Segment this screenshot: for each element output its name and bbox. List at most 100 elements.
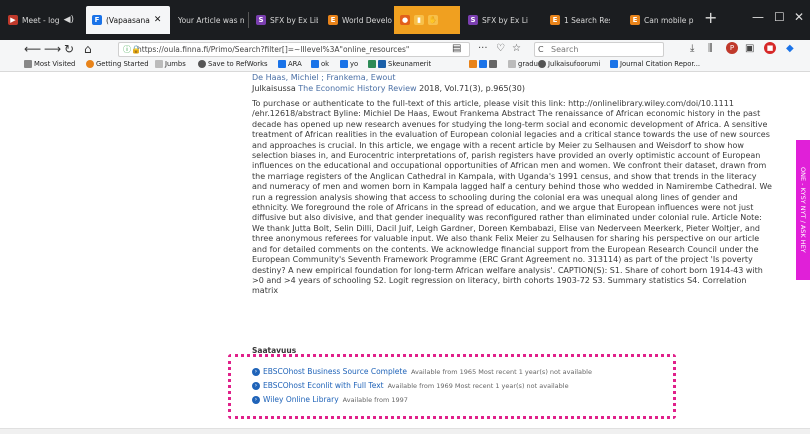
- tab-label: Can mobile p: [644, 15, 694, 25]
- full-text-link[interactable]: EBSCOhost Business Source Complete: [263, 367, 407, 376]
- elsevier-favicon-icon: E: [630, 15, 640, 25]
- elsevier-favicon-icon: E: [328, 15, 338, 25]
- app-icon: [479, 60, 487, 68]
- info-lock-icon: ⓘ🔒: [123, 45, 141, 54]
- tab-label: (Vapaasana: [106, 15, 150, 25]
- tab-search-results[interactable]: E 1 Search Resu: [544, 6, 610, 34]
- bookmark-ara[interactable]: ARA: [278, 60, 302, 68]
- home-icon[interactable]: ⌂: [84, 40, 92, 58]
- pinterest-icon[interactable]: P: [726, 42, 738, 54]
- bookmark-skeunamerit[interactable]: Skeunamerit: [368, 60, 431, 68]
- library-icon[interactable]: ⫼: [708, 40, 713, 58]
- bookmark-jcr[interactable]: Journal Citation Repor...: [610, 60, 700, 68]
- bookmark-gradu[interactable]: gradu: [508, 60, 538, 68]
- search-icon: C: [538, 45, 544, 54]
- bookmarks-bar: Most Visited Getting Started Jumbs Save …: [0, 58, 810, 72]
- tab-pinned-group[interactable]: ● ▮ ✋: [394, 6, 460, 34]
- bookmark-refworks[interactable]: Save to RefWorks: [198, 60, 268, 68]
- app-icon: [378, 60, 386, 68]
- bookmark-label: gradu: [518, 60, 538, 68]
- ask-feedback-tab[interactable]: ONE - KYSY NYT / ASK HEY: [796, 140, 810, 280]
- close-window-icon[interactable]: ✕: [794, 10, 804, 24]
- tab-meet[interactable]: ▶ Meet - log ◀): [2, 6, 82, 34]
- full-text-link-row[interactable]: › Wiley Online Library Available from 19…: [252, 395, 408, 404]
- bookmark-label: Skeunamerit: [388, 60, 432, 68]
- full-text-link[interactable]: Wiley Online Library: [263, 395, 339, 404]
- tab-can-mobile[interactable]: E Can mobile p: [624, 6, 694, 34]
- tab-separator: [248, 12, 249, 28]
- adblock-icon[interactable]: ■: [764, 42, 776, 54]
- bookmark-getting-started[interactable]: Getting Started: [86, 60, 149, 68]
- facebook-icon: [610, 60, 618, 68]
- tab-label: SFX by Ex Libri: [270, 15, 318, 25]
- horizontal-scrollbar[interactable]: [0, 428, 810, 434]
- tab-label: 1 Search Resu: [564, 15, 610, 25]
- bookmark-yo[interactable]: yo: [340, 60, 358, 68]
- elsevier-favicon-icon: E: [550, 15, 560, 25]
- shield-icon[interactable]: ◆: [786, 40, 794, 58]
- bookmark-label: Journal Citation Repor...: [620, 60, 701, 68]
- reload-icon[interactable]: ↻: [64, 40, 74, 58]
- bookmark-ok[interactable]: ok: [311, 60, 329, 68]
- tab-sfx-1[interactable]: S SFX by Ex Libri: [250, 6, 318, 34]
- full-text-link-row[interactable]: › EBSCOhost Business Source Complete Ava…: [252, 367, 592, 376]
- facebook-icon: [311, 60, 319, 68]
- bookmark-label: Julkaisufoorumi: [548, 60, 601, 68]
- screenshot-icon[interactable]: ▣: [745, 40, 754, 58]
- page-actions-icon[interactable]: ···: [478, 40, 488, 58]
- pocket-icon[interactable]: ♡: [496, 40, 505, 58]
- search-input[interactable]: C Search: [534, 42, 664, 57]
- navigation-toolbar: ⟵ ⟶ ↻ ⌂ ⓘ🔒 https://oula.finna.fi/Primo/S…: [0, 40, 810, 58]
- tab-vapaasana[interactable]: F (Vapaasana ✕: [86, 6, 170, 34]
- firefox-icon: [86, 60, 94, 68]
- journal-details: 2018, Vol.71(3), p.965(30): [419, 84, 525, 93]
- tab-label: SFX by Ex Libri: [482, 15, 528, 25]
- url-bar[interactable]: ⓘ🔒 https://oula.finna.fi/Primo/Search?fi…: [118, 42, 470, 57]
- bookmark-label: Save to RefWorks: [208, 60, 268, 68]
- record-authors[interactable]: De Haas, Michiel ; Frankema, Ewout: [252, 73, 395, 82]
- lock-icon: ▮: [414, 15, 424, 25]
- availability-note: Available from 1997: [342, 395, 408, 404]
- url-text: https://oula.finna.fi/Primo/Search?filte…: [137, 45, 410, 54]
- bookmark-jumbs[interactable]: Jumbs: [155, 60, 186, 68]
- sfx-favicon-icon: S: [256, 15, 266, 25]
- minimize-icon[interactable]: —: [752, 10, 764, 24]
- gear-icon: [24, 60, 32, 68]
- arrow-right-circle-icon: ›: [252, 367, 260, 376]
- page-icon: [155, 60, 163, 68]
- reader-view-icon[interactable]: ▤: [452, 40, 461, 58]
- journal-name-link[interactable]: The Economic History Review: [298, 84, 416, 93]
- app-icon: [368, 60, 376, 68]
- bookmark-label: Jumbs: [165, 60, 186, 68]
- full-text-link[interactable]: EBSCOhost Econlit with Full Text: [263, 381, 384, 390]
- record-detail: De Haas, Michiel ; Frankema, Ewout Julka…: [0, 73, 810, 434]
- journal-prefix: Julkaisussa: [252, 84, 296, 93]
- back-icon[interactable]: ⟵: [24, 40, 41, 58]
- tab-label: Your Article was n: [178, 15, 245, 25]
- maximize-icon[interactable]: ☐: [774, 10, 785, 24]
- arrow-right-circle-icon: ›: [252, 395, 260, 404]
- bookmark-label: Most Visited: [34, 60, 76, 68]
- ara-icon: [278, 60, 286, 68]
- close-tab-icon[interactable]: ✕: [154, 15, 162, 25]
- bookmark-star-icon[interactable]: ☆: [512, 40, 521, 58]
- bookmark-label: yo: [350, 60, 359, 68]
- firefox-icon: ●: [400, 15, 410, 25]
- hand-icon: ✋: [428, 15, 438, 25]
- bookmark-most-visited[interactable]: Most Visited: [24, 60, 75, 68]
- plus-icon[interactable]: +: [704, 9, 717, 27]
- tab-your-article[interactable]: Your Article was n: [172, 6, 246, 34]
- bookmark-icons-group[interactable]: [469, 60, 499, 68]
- tab-sfx-2[interactable]: S SFX by Ex Libri: [462, 6, 528, 34]
- tab-world-develo[interactable]: E World Develo: [322, 6, 392, 34]
- forward-icon[interactable]: ⟶: [44, 40, 61, 58]
- bookmark-julkaisufoorumi[interactable]: Julkaisufoorumi: [538, 60, 600, 68]
- facebook-icon: [340, 60, 348, 68]
- downloads-icon[interactable]: ⤓: [690, 40, 694, 58]
- app-icon: [489, 60, 497, 68]
- full-text-link-row[interactable]: › EBSCOhost Econlit with Full Text Avail…: [252, 381, 569, 390]
- bookmark-label: ok: [321, 60, 330, 68]
- app-icon: [469, 60, 477, 68]
- folder-icon: [508, 60, 516, 68]
- tab-label: Meet - log: [22, 15, 60, 25]
